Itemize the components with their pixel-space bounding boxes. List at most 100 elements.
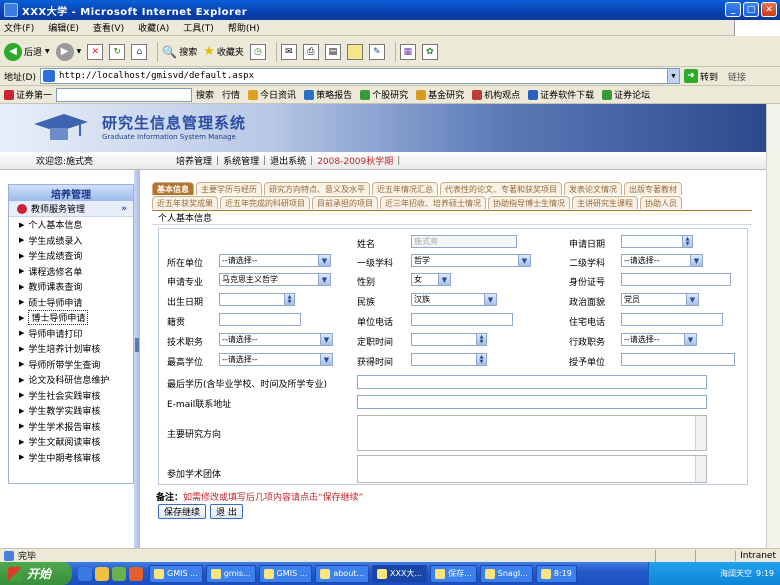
minimize-button[interactable]: _	[725, 2, 741, 17]
degree-select[interactable]: --请选择-- ▼	[219, 353, 333, 366]
link-forum[interactable]: 证券论坛	[602, 88, 650, 101]
link-stock[interactable]: 个股研究	[360, 88, 408, 101]
tab-papers[interactable]: 发表论文情况	[564, 182, 622, 195]
link-institution[interactable]: 机构观点	[472, 88, 520, 101]
menu-help[interactable]: 帮助(H)	[228, 21, 260, 34]
plugin-icon[interactable]: ✿	[421, 43, 438, 60]
menu-edit[interactable]: 编辑(E)	[48, 21, 79, 34]
menu-favorites[interactable]: 收藏(A)	[138, 21, 169, 34]
nav-training[interactable]: 培养管理	[176, 154, 212, 167]
research-direction-textarea[interactable]	[357, 415, 707, 451]
tab-completed-projects[interactable]: 近五年完成的科研项目	[220, 196, 310, 209]
tab-education[interactable]: 主要学历与经历	[196, 182, 262, 195]
tab-assistants[interactable]: 协助人员	[640, 196, 682, 209]
discipline2-select[interactable]: --请选择-- ▼	[621, 254, 703, 267]
unit-select[interactable]: --请选择-- ▼	[219, 254, 331, 267]
tab-research-direction[interactable]: 研究方向特点、意义及水平	[264, 182, 370, 195]
get-time-field[interactable]: ▲ ▼	[411, 353, 487, 366]
sidebar-item-grade-entry[interactable]: ▶ 学生成绩录入	[9, 233, 133, 249]
link-news[interactable]: 今日资讯	[248, 88, 296, 101]
sidebar-splitter[interactable]	[134, 170, 140, 548]
menu-file[interactable]: 文件(F)	[4, 21, 34, 34]
email-field[interactable]	[357, 395, 707, 409]
messenger-icon[interactable]: ✎	[368, 43, 385, 60]
major-select[interactable]: 马克思主义哲学 ▼	[219, 273, 331, 286]
tab-courses[interactable]: 主讲研究生课程	[572, 196, 638, 209]
sidebar-item-report[interactable]: ▶ 学生学术报告审核	[9, 419, 133, 435]
spinner-icon[interactable]: ▲ ▼	[682, 236, 692, 247]
link-strategy[interactable]: 策略报告	[304, 88, 352, 101]
tab-five-year-summary[interactable]: 近五年情况汇总	[372, 182, 438, 195]
favorites-button[interactable]: ★ 收藏夹	[203, 44, 244, 59]
sidebar-group-teacher[interactable]: 教师服务管理 »	[9, 201, 133, 217]
nav-logout[interactable]: 退出系统	[270, 154, 306, 167]
task-gmis-1[interactable]: GMIS ...	[149, 564, 203, 583]
sidebar-item-phd-apply[interactable]: ▶ 博士导师申请	[9, 310, 133, 326]
tab-master-enrollment[interactable]: 近三年招收、培养硕士情况	[380, 196, 486, 209]
close-button[interactable]: ✕	[761, 2, 777, 17]
exit-button[interactable]: 退 出	[210, 504, 243, 519]
sidebar-item-course-list[interactable]: ▶ 课程选修名单	[9, 264, 133, 280]
tab-awards[interactable]: 近五年获奖成果	[152, 196, 218, 209]
stop-icon[interactable]: ✕	[87, 43, 104, 60]
go-button[interactable]: ➜ 转到	[683, 69, 718, 83]
market-button[interactable]: 行情	[222, 88, 240, 101]
sidebar-item-apply-print[interactable]: ▶ 导师申请打印	[9, 326, 133, 342]
unit-phone-field[interactable]	[411, 313, 513, 326]
start-button[interactable]: 开始	[0, 562, 72, 585]
tenure-field[interactable]: ▲ ▼	[411, 333, 487, 346]
name-field[interactable]: 施式亮	[411, 235, 517, 248]
desktop-quicklaunch-icon[interactable]	[112, 566, 126, 581]
history-icon[interactable]: ◷	[249, 43, 266, 60]
sidebar-item-reading[interactable]: ▶ 学生文献阅读审核	[9, 434, 133, 450]
education-field[interactable]	[357, 375, 707, 389]
tab-books[interactable]: 出版专著教材	[624, 182, 682, 195]
mail-icon[interactable]: ✉	[280, 43, 297, 60]
apply-date-field[interactable]: ▲ ▼	[621, 235, 693, 248]
sidebar-item-plan-review[interactable]: ▶ 学生培养计划审核	[9, 341, 133, 357]
back-button[interactable]: ◀ 后退 ▼	[4, 42, 50, 61]
political-select[interactable]: 党员 ▼	[621, 293, 699, 306]
address-input[interactable]: http://localhost/gmisvd/default.aspx ▼	[39, 68, 680, 84]
menu-tools[interactable]: 工具(T)	[183, 21, 214, 34]
discuss-icon[interactable]	[346, 43, 363, 60]
task-gmis-3[interactable]: GMIS ...	[258, 564, 313, 583]
sidebar-item-profile[interactable]: ▶ 个人基本信息	[9, 217, 133, 233]
spinner-icon[interactable]: ▲ ▼	[476, 334, 486, 345]
birth-field[interactable]: ▲ ▼	[219, 293, 295, 306]
link-download[interactable]: 证券软件下载	[528, 88, 594, 101]
grant-unit-field[interactable]	[621, 353, 735, 366]
sidebar-item-social[interactable]: ▶ 学生社会实践审核	[9, 388, 133, 404]
society-textarea[interactable]	[357, 455, 707, 483]
folder-quicklaunch-icon[interactable]	[95, 566, 109, 581]
tab-basic-info[interactable]: 基本信息	[152, 182, 194, 195]
task-about[interactable]: about...	[315, 564, 370, 583]
gender-select[interactable]: 女 ▼	[411, 273, 451, 286]
sidebar-item-midterm[interactable]: ▶ 学生中期考核审核	[9, 450, 133, 466]
sidebar-item-master-apply[interactable]: ▶ 硕士导师申请	[9, 295, 133, 311]
media-quicklaunch-icon[interactable]	[129, 566, 143, 581]
id-field[interactable]	[621, 273, 731, 286]
collapse-handle-icon[interactable]	[135, 338, 139, 352]
spinner-icon[interactable]: ▲ ▼	[284, 294, 294, 305]
chevron-down-icon[interactable]: ▼	[666, 69, 679, 83]
stock-search-input[interactable]	[56, 87, 193, 102]
link-fund[interactable]: 基金研究	[416, 88, 464, 101]
search-button[interactable]: 🔍 搜索	[162, 45, 197, 59]
menu-view[interactable]: 查看(V)	[93, 21, 124, 34]
sidebar-header[interactable]: 培养管理	[9, 185, 133, 201]
task-save[interactable]: 保存...	[430, 564, 477, 583]
task-ie-active[interactable]: XXX大...	[372, 564, 428, 583]
spinner-icon[interactable]: ▲ ▼	[476, 354, 486, 365]
tech-title-select[interactable]: --请选择-- ▼	[219, 333, 333, 346]
forward-button[interactable]: ▶ ▼	[55, 42, 81, 61]
stock-search-button[interactable]: 搜索	[196, 88, 214, 101]
home-phone-field[interactable]	[621, 313, 723, 326]
sidebar-item-teaching[interactable]: ▶ 学生教学实践审核	[9, 403, 133, 419]
print-icon[interactable]: ⎙	[302, 43, 319, 60]
task-snagit[interactable]: SnagI...	[479, 564, 533, 583]
admin-title-select[interactable]: --请选择-- ▼	[621, 333, 697, 346]
research-icon[interactable]: ▦	[399, 43, 416, 60]
ethnic-select[interactable]: 汉族 ▼	[411, 293, 497, 306]
native-field[interactable]	[219, 313, 301, 326]
